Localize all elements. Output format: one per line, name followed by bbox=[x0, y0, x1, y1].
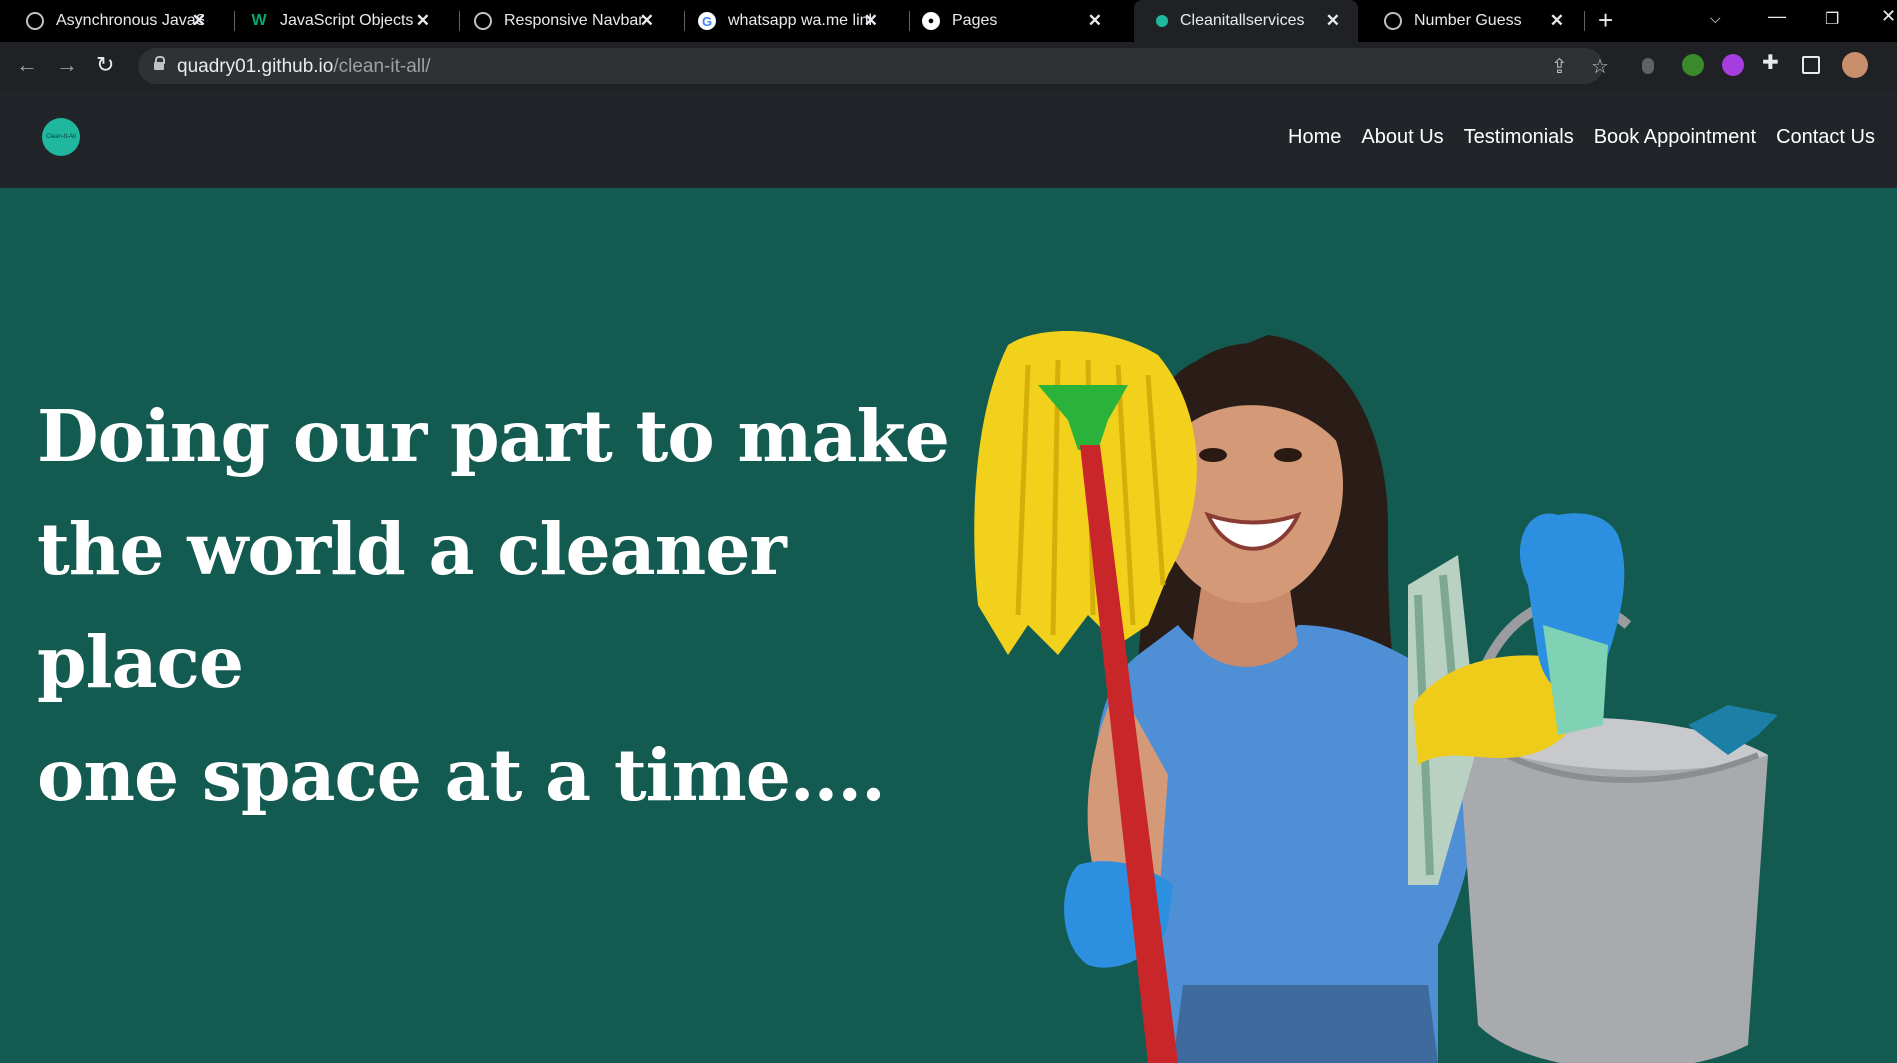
github-icon: ● bbox=[922, 12, 940, 30]
bookmark-star-icon[interactable]: ☆ bbox=[1591, 54, 1609, 79]
address-bar[interactable]: quadry01.github.io/clean-it-all/ ⇪ ☆ bbox=[138, 48, 1609, 84]
browser-tab[interactable]: ● Pages ✕ bbox=[896, 0, 1120, 42]
profile-avatar[interactable] bbox=[1842, 52, 1868, 78]
nav-link-home[interactable]: Home bbox=[1288, 126, 1341, 149]
lock-icon bbox=[154, 56, 165, 70]
extension-tree-icon[interactable] bbox=[1682, 54, 1704, 76]
extensions-puzzle-icon[interactable]: ✚ bbox=[1762, 50, 1784, 74]
browser-tab-strip: Asynchronous JavaScr ✕ W JavaScript Obje… bbox=[0, 0, 1897, 42]
back-arrow-icon[interactable]: ← bbox=[16, 52, 38, 78]
forward-arrow-icon[interactable]: → bbox=[56, 52, 78, 78]
close-icon[interactable]: ✕ bbox=[416, 11, 430, 31]
browser-tab[interactable]: W JavaScript Objects ✕ bbox=[224, 0, 448, 42]
tab-title: Responsive Navbar | C bbox=[504, 12, 644, 29]
nav-links: Home About Us Testimonials Book Appointm… bbox=[1288, 126, 1875, 149]
window-close-button[interactable]: ✕ bbox=[1881, 6, 1896, 27]
menu-kebab-icon[interactable]: ⋮ bbox=[1888, 48, 1897, 72]
tab-title: JavaScript Objects bbox=[280, 12, 414, 29]
browser-tab[interactable]: G whatsapp wa.me links ✕ bbox=[672, 0, 896, 42]
hero-heading: Doing our part to make the world a clean… bbox=[37, 380, 957, 832]
tab-title: whatsapp wa.me links bbox=[728, 12, 872, 29]
close-icon[interactable]: ✕ bbox=[864, 11, 878, 31]
google-icon: G bbox=[698, 12, 716, 30]
nav-link-book-appointment[interactable]: Book Appointment bbox=[1594, 126, 1756, 149]
browser-tab[interactable]: Responsive Navbar | C ✕ bbox=[448, 0, 672, 42]
nav-link-testimonials[interactable]: Testimonials bbox=[1464, 126, 1574, 149]
close-icon[interactable]: ✕ bbox=[1088, 11, 1102, 31]
tab-title: Cleanitallservices bbox=[1180, 12, 1305, 29]
site-logo[interactable]: Clean-It-All bbox=[42, 118, 80, 156]
tab-search-icon[interactable]: ⌵ bbox=[1710, 10, 1721, 27]
share-icon[interactable]: ⇪ bbox=[1551, 54, 1568, 79]
hero-cleaner-image bbox=[974, 331, 1778, 1063]
minimize-button[interactable]: — bbox=[1768, 6, 1786, 27]
globe-icon bbox=[474, 12, 492, 30]
tab-title: Pages bbox=[952, 12, 998, 29]
hero-line: Doing our part to make bbox=[37, 394, 950, 478]
tab-title: Asynchronous JavaScr bbox=[56, 12, 204, 29]
browser-tab[interactable]: Asynchronous JavaScr ✕ bbox=[0, 0, 224, 42]
extension-purple-icon[interactable] bbox=[1722, 54, 1744, 76]
close-icon[interactable]: ✕ bbox=[640, 11, 654, 31]
tab-title: Number Guess bbox=[1414, 12, 1522, 29]
side-panel-icon[interactable] bbox=[1802, 56, 1820, 74]
nav-link-contact-us[interactable]: Contact Us bbox=[1776, 126, 1875, 149]
site-favicon-icon bbox=[1156, 15, 1168, 27]
globe-icon bbox=[26, 12, 44, 30]
site-navbar: Clean-It-All Home About Us Testimonials … bbox=[0, 90, 1897, 188]
globe-icon bbox=[1384, 12, 1402, 30]
new-tab-button[interactable]: + bbox=[1598, 5, 1613, 36]
browser-toolbar: ← → ↻ quadry01.github.io/clean-it-all/ ⇪… bbox=[0, 42, 1897, 90]
url-text: quadry01.github.io/clean-it-all/ bbox=[177, 56, 431, 77]
close-icon[interactable]: ✕ bbox=[1326, 11, 1340, 31]
hero-line: one space at a time.... bbox=[37, 733, 886, 817]
w3schools-icon: W bbox=[251, 12, 267, 29]
nav-link-about-us[interactable]: About Us bbox=[1361, 126, 1443, 149]
close-icon[interactable]: ✕ bbox=[1550, 11, 1564, 31]
reload-icon[interactable]: ↻ bbox=[96, 52, 114, 78]
browser-tab[interactable]: Number Guess ✕ bbox=[1358, 0, 1582, 42]
restore-button[interactable]: ❐ bbox=[1825, 9, 1839, 29]
hero-line: the world a cleaner place bbox=[37, 507, 787, 704]
browser-tab-active[interactable]: Cleanitallservices ✕ bbox=[1134, 0, 1358, 42]
close-icon[interactable]: ✕ bbox=[192, 11, 206, 31]
extension-icon[interactable] bbox=[1642, 58, 1654, 74]
